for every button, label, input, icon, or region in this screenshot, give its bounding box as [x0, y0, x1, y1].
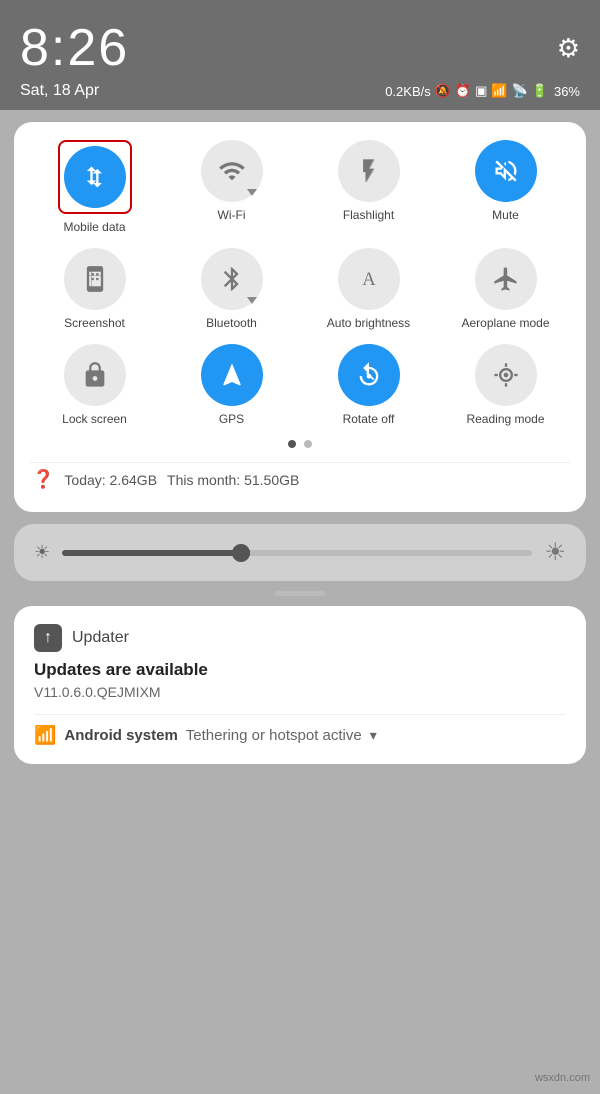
mute-label: Mute: [492, 208, 519, 222]
pagination-dots: [30, 440, 570, 448]
wifi-icon: [218, 157, 246, 185]
flashlight-icon: [355, 157, 383, 185]
svg-text:A: A: [362, 269, 376, 290]
toggle-wifi[interactable]: Wi-Fi: [167, 140, 296, 234]
aeroplane-icon: [492, 265, 520, 293]
update-version-text: V11.0.6.0.QEJMIXM: [34, 684, 566, 700]
mute-status-icon: 🔕: [435, 83, 451, 99]
android-system-row[interactable]: 📶 Android system Tethering or hotspot ac…: [34, 725, 566, 746]
reading-mode-circle: [475, 344, 537, 406]
gps-label: GPS: [219, 412, 244, 426]
data-usage-icon: ❓: [32, 469, 54, 490]
screenshot-circle: [64, 248, 126, 310]
bluetooth-circle: [201, 248, 263, 310]
brightness-high-icon: ☀: [544, 538, 566, 567]
aeroplane-label: Aeroplane mode: [461, 316, 549, 330]
time-display: 8:26: [20, 18, 129, 78]
mobile-data-circle: [64, 146, 126, 208]
toggle-grid: Mobile data Wi-Fi Flashlight: [30, 140, 570, 426]
drag-handle: [275, 591, 325, 596]
toggle-auto-brightness[interactable]: A Auto brightness: [304, 248, 433, 330]
rotate-off-label: Rotate off: [343, 412, 395, 426]
mobile-data-label: Mobile data: [63, 220, 125, 234]
battery-level: 36%: [554, 84, 580, 99]
flashlight-label: Flashlight: [343, 208, 394, 222]
auto-brightness-circle: A: [338, 248, 400, 310]
mute-circle: [475, 140, 537, 202]
aeroplane-circle: [475, 248, 537, 310]
date-display: Sat, 18 Apr: [20, 82, 99, 100]
speed-indicator: 0.2KB/s: [385, 84, 431, 99]
auto-brightness-label: Auto brightness: [327, 316, 410, 330]
status-bar: 8:26 ⚙ Sat, 18 Apr 0.2KB/s 🔕 ⏰ ▣ 📶 📡 🔋 3…: [0, 0, 600, 110]
screenshot-icon: [81, 265, 109, 293]
toggle-bluetooth[interactable]: Bluetooth: [167, 248, 296, 330]
gps-circle: [201, 344, 263, 406]
data-month: This month: 51.50GB: [167, 472, 299, 488]
rotate-off-circle: [338, 344, 400, 406]
brightness-low-icon: ☀: [34, 542, 50, 563]
wifi-label: Wi-Fi: [218, 208, 246, 222]
toggle-aeroplane[interactable]: Aeroplane mode: [441, 248, 570, 330]
brightness-bar: ☀ ☀: [14, 524, 586, 581]
data-usage: ❓ Today: 2.64GB This month: 51.50GB: [30, 462, 570, 496]
mute-icon: [492, 157, 520, 185]
updater-icon: ↑: [34, 624, 62, 652]
status-icons-group: 0.2KB/s 🔕 ⏰ ▣ 📶 📡 🔋 36%: [385, 83, 580, 99]
wifi-circle: [201, 140, 263, 202]
toggle-screenshot[interactable]: Screenshot: [30, 248, 159, 330]
data-today: Today: 2.64GB: [64, 472, 157, 488]
dot-1: [288, 440, 296, 448]
android-system-label: Android system: [64, 727, 177, 744]
watermark: wsxdn.com: [535, 1072, 590, 1084]
auto-brightness-icon: A: [355, 265, 383, 293]
toggle-gps[interactable]: GPS: [167, 344, 296, 426]
sim-icon: ▣: [475, 83, 487, 99]
reading-mode-icon: [492, 361, 520, 389]
toggle-mute[interactable]: Mute: [441, 140, 570, 234]
toggle-mobile-data[interactable]: Mobile data: [30, 140, 159, 234]
bluetooth-arrow: [247, 297, 257, 304]
rotate-off-icon: [355, 361, 383, 389]
quick-settings-panel: Mobile data Wi-Fi Flashlight: [14, 122, 586, 512]
toggle-lock-screen[interactable]: Lock screen: [30, 344, 159, 426]
bluetooth-icon: [218, 265, 246, 293]
lock-screen-icon: [81, 361, 109, 389]
mobile-data-icon: [81, 163, 109, 191]
flashlight-circle: [338, 140, 400, 202]
signal-icon: 📶: [491, 83, 507, 99]
brightness-slider[interactable]: [62, 550, 532, 556]
updater-title: Updater: [72, 629, 129, 647]
dot-2: [304, 440, 312, 448]
gps-icon: [218, 361, 246, 389]
card-divider: [34, 714, 566, 715]
reading-mode-label: Reading mode: [466, 412, 544, 426]
bluetooth-label: Bluetooth: [206, 316, 257, 330]
toggle-reading-mode[interactable]: Reading mode: [441, 344, 570, 426]
brightness-thumb: [232, 544, 250, 562]
wifi-status-icon: 📡: [512, 83, 528, 99]
battery-icon: 🔋: [532, 83, 548, 99]
android-tethering-text: Tethering or hotspot active: [186, 727, 362, 744]
wifi-arrow: [247, 189, 257, 196]
updater-card: ↑ Updater Updates are available V11.0.6.…: [14, 606, 586, 764]
alarm-icon: ⏰: [455, 83, 471, 99]
updater-header: ↑ Updater: [34, 624, 566, 652]
toggle-flashlight[interactable]: Flashlight: [304, 140, 433, 234]
chevron-down-icon: ▾: [370, 727, 377, 744]
update-available-text: Updates are available: [34, 660, 566, 680]
screenshot-label: Screenshot: [64, 316, 125, 330]
lock-screen-circle: [64, 344, 126, 406]
android-wifi-icon: 📶: [34, 725, 56, 746]
toggle-rotate-off[interactable]: Rotate off: [304, 344, 433, 426]
lock-screen-label: Lock screen: [62, 412, 127, 426]
settings-icon[interactable]: ⚙: [557, 33, 580, 64]
